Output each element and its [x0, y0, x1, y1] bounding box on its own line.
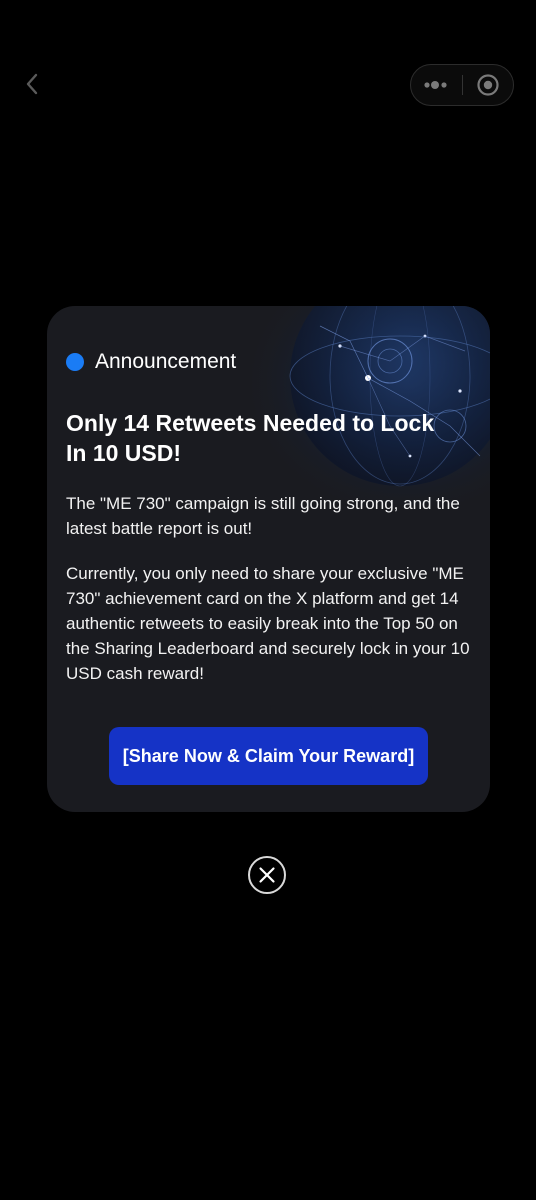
announcement-label: Announcement — [95, 350, 237, 373]
announcement-modal: Announcement Only 14 Retweets Needed to … — [47, 306, 490, 812]
mini-program-capsule — [410, 64, 514, 106]
modal-paragraph-2: Currently, you only need to share your e… — [66, 564, 470, 683]
chevron-left-icon — [26, 73, 38, 95]
modal-paragraph-1: The "ME 730" campaign is still going str… — [66, 494, 460, 538]
more-dots-icon — [424, 81, 447, 89]
capsule-close-button[interactable] — [463, 65, 514, 105]
close-icon — [259, 867, 275, 883]
modal-title-line-1: Only 14 Retweets Needed to Lock — [66, 410, 435, 436]
share-claim-reward-button[interactable]: [Share Now & Claim Your Reward] — [109, 727, 428, 785]
blue-dot-icon — [66, 353, 84, 371]
modal-title: Only 14 Retweets Needed to Lock In 10 US… — [66, 408, 466, 468]
target-circle-icon — [477, 74, 499, 96]
modal-body: The "ME 730" campaign is still going str… — [66, 491, 471, 706]
announcement-tag: Announcement — [66, 350, 236, 374]
modal-title-line-2: In 10 USD! — [66, 440, 182, 466]
close-modal-button[interactable] — [248, 856, 286, 894]
back-button[interactable] — [14, 66, 50, 102]
more-button[interactable] — [411, 65, 462, 105]
globe-network-image — [250, 306, 490, 506]
